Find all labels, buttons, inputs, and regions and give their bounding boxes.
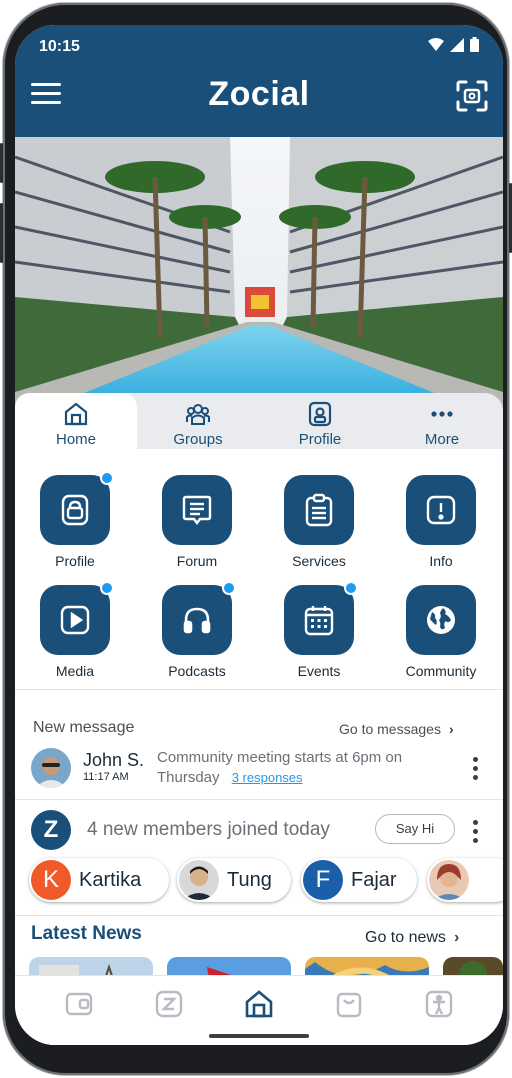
message-preview[interactable]: Community meeting starts at 6pm on Thurs… [157, 748, 447, 788]
new-members-text: 4 new members joined today [87, 819, 330, 840]
hero-image [15, 137, 503, 409]
profile-badge-icon [308, 401, 332, 427]
home-indicator [209, 1034, 309, 1038]
more-vert-icon[interactable] [471, 757, 479, 783]
go-to-messages-link[interactable]: Go to messages › [339, 721, 454, 737]
member-name: Tung [227, 869, 272, 891]
go-to-news-label: Go to news [365, 929, 446, 946]
divider [15, 799, 503, 800]
bag-icon[interactable] [333, 988, 365, 1020]
divider [15, 915, 503, 916]
app-header: 10:15 Zocial [15, 25, 503, 137]
bottom-navigation [15, 975, 503, 1045]
member-name: Fajar [351, 869, 397, 891]
sender-name: John S. [83, 750, 145, 770]
latest-news-title: Latest News [31, 923, 142, 944]
signal-icon [450, 37, 464, 52]
member-chip[interactable] [427, 858, 503, 902]
member-avatar [179, 860, 219, 900]
chevron-right-icon: › [448, 721, 454, 737]
feed: New message Go to messages › John S. 11:1… [15, 441, 503, 997]
accessibility-icon[interactable] [423, 988, 455, 1020]
new-message-title: New message [33, 719, 135, 736]
more-vert-icon[interactable] [471, 820, 479, 846]
member-name: Kartika [79, 869, 142, 891]
member-chip[interactable]: F Fajar [301, 858, 417, 902]
screen: 10:15 Zocial Home Groups Profile More Pr… [15, 25, 503, 1045]
responses-link[interactable]: 3 responses [232, 770, 303, 785]
wallet-icon[interactable] [63, 988, 95, 1020]
member-chip[interactable]: K Kartika [29, 858, 169, 902]
zocial-badge: Z [31, 810, 71, 850]
member-avatar: F [303, 860, 343, 900]
scan-qr-icon[interactable] [455, 79, 489, 113]
volume-button [0, 203, 3, 263]
say-hi-button[interactable]: Say Hi [375, 814, 455, 844]
avatar[interactable] [31, 748, 71, 788]
status-time: 10:15 [39, 38, 80, 55]
phone-frame: 10:15 Zocial Home Groups Profile More Pr… [0, 3, 512, 1075]
member-avatar [429, 860, 469, 900]
go-to-messages-label: Go to messages [339, 721, 441, 737]
app-logo: Zocial [208, 75, 310, 113]
battery-icon [470, 37, 479, 52]
go-to-news-link[interactable]: Go to news › [365, 929, 459, 947]
member-chip[interactable]: Tung [177, 858, 291, 902]
message-time: 11:17 AM [83, 771, 129, 783]
chevron-right-icon: › [453, 929, 460, 946]
zocial-z-icon[interactable] [153, 988, 185, 1020]
more-dots-icon [431, 411, 453, 417]
home-icon [64, 402, 88, 426]
member-avatar: K [31, 860, 71, 900]
home-nav-icon[interactable] [243, 988, 275, 1020]
wifi-icon [428, 37, 444, 51]
groups-icon [186, 404, 210, 425]
volume-button [0, 143, 3, 183]
status-icons [428, 37, 479, 52]
